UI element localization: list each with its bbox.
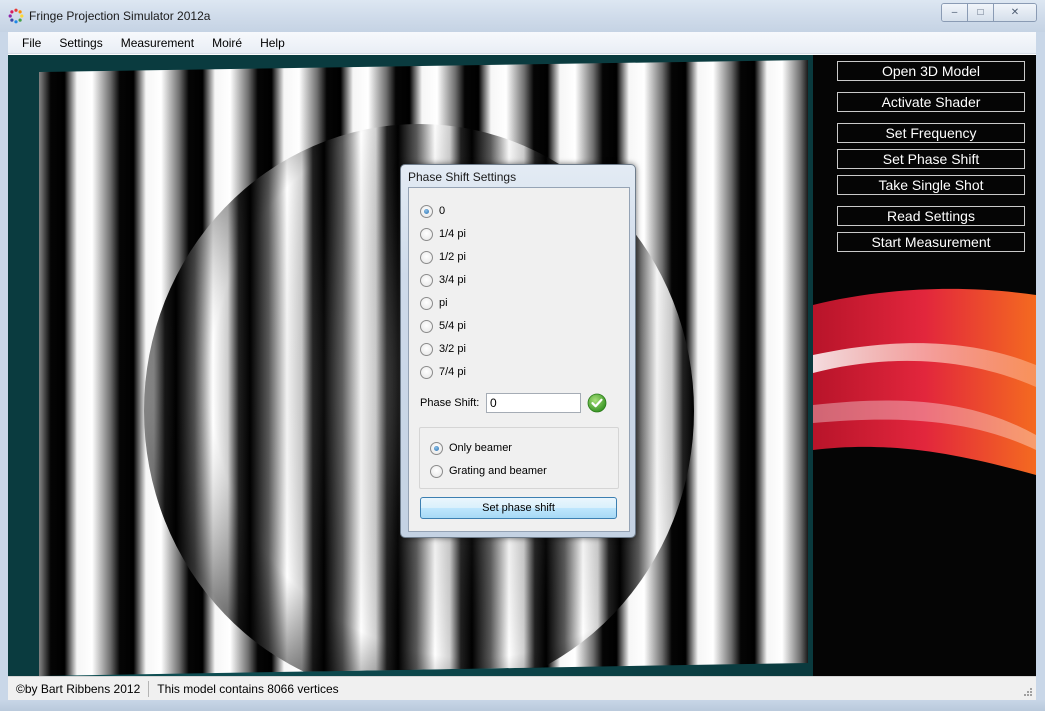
app-logo-icon (8, 8, 24, 24)
set-phase-shift-button[interactable]: Set Phase Shift (837, 149, 1025, 169)
open-3d-model-button[interactable]: Open 3D Model (837, 61, 1025, 81)
mode-option-label: Only beamer (449, 442, 512, 454)
menu-moire[interactable]: Moiré (203, 36, 251, 50)
phase-option-three-half-pi[interactable]: 3/2 pi (420, 341, 466, 357)
menu-settings[interactable]: Settings (50, 36, 111, 50)
radio-button[interactable] (420, 319, 433, 333)
close-button[interactable]: ✕ (994, 4, 1036, 21)
checkmark-icon[interactable] (587, 393, 607, 413)
phase-shift-input[interactable] (486, 393, 581, 413)
beamer-mode-group: Only beamer Grating and beamer (419, 427, 619, 489)
phase-option-three-quarter-pi[interactable]: 3/4 pi (420, 272, 466, 288)
radio-button[interactable] (420, 365, 433, 379)
phase-option-pi[interactable]: pi (420, 295, 448, 311)
phase-option-five-quarter-pi[interactable]: 5/4 pi (420, 318, 466, 334)
phase-option-seven-quarter-pi[interactable]: 7/4 pi (420, 364, 466, 380)
phase-option-label: 1/2 pi (439, 251, 466, 263)
radio-button[interactable] (420, 342, 433, 356)
radio-button[interactable] (420, 250, 433, 264)
read-settings-button[interactable]: Read Settings (837, 206, 1025, 226)
phase-option-half-pi[interactable]: 1/2 pi (420, 249, 466, 265)
window-frame-left (0, 32, 8, 700)
menu-help[interactable]: Help (251, 36, 294, 50)
menu-measurement[interactable]: Measurement (112, 36, 203, 50)
radio-button[interactable] (420, 204, 433, 218)
phase-option-label: 5/4 pi (439, 320, 466, 332)
phase-option-label: 3/2 pi (439, 343, 466, 355)
title-bar[interactable]: Fringe Projection Simulator 2012a – □ ✕ (0, 0, 1045, 32)
start-measurement-button[interactable]: Start Measurement (837, 232, 1025, 252)
radio-button[interactable] (420, 227, 433, 241)
radio-button[interactable] (430, 441, 443, 455)
phase-option-0[interactable]: 0 (420, 203, 445, 219)
maximize-button[interactable]: □ (968, 4, 994, 21)
phase-option-label: 7/4 pi (439, 366, 466, 378)
mode-option-label: Grating and beamer (449, 465, 547, 477)
phase-shift-dialog: Phase Shift Settings 0 1/4 pi 1/2 pi 3/4… (400, 164, 636, 538)
window-title: Fringe Projection Simulator 2012a (29, 9, 211, 23)
status-vertex-count: This model contains 8066 vertices (157, 681, 339, 696)
radio-button[interactable] (430, 464, 443, 478)
take-single-shot-button[interactable]: Take Single Shot (837, 175, 1025, 195)
phase-option-label: 3/4 pi (439, 274, 466, 286)
radio-button[interactable] (420, 296, 433, 310)
phase-option-label: 1/4 pi (439, 228, 466, 240)
status-bar: ©by Bart Ribbens 2012 This model contain… (8, 676, 1036, 700)
radio-button[interactable] (420, 273, 433, 287)
set-phase-shift-submit-button[interactable]: Set phase shift (420, 497, 617, 519)
status-copyright: ©by Bart Ribbens 2012 (16, 681, 141, 696)
phase-option-label: 0 (439, 205, 446, 217)
window-controls: – □ ✕ (941, 3, 1037, 22)
window-frame-bottom (0, 700, 1045, 711)
dialog-body: 0 1/4 pi 1/2 pi 3/4 pi pi 5/4 pi 3/2 pi (408, 187, 630, 532)
set-frequency-button[interactable]: Set Frequency (837, 123, 1025, 143)
menu-file[interactable]: File (8, 36, 50, 50)
phase-option-quarter-pi[interactable]: 1/4 pi (420, 226, 466, 242)
phase-shift-label: Phase Shift: (420, 397, 480, 409)
mode-grating-and-beamer[interactable]: Grating and beamer (430, 463, 547, 479)
phase-option-label: pi (439, 297, 448, 309)
minimize-button[interactable]: – (942, 4, 968, 21)
mode-only-beamer[interactable]: Only beamer (430, 440, 512, 456)
menu-bar: File Settings Measurement Moiré Help (8, 32, 1036, 54)
dialog-title: Phase Shift Settings (408, 170, 517, 184)
window-frame-right (1036, 32, 1045, 700)
resize-grip-icon[interactable] (1023, 687, 1033, 697)
activate-shader-button[interactable]: Activate Shader (837, 92, 1025, 112)
